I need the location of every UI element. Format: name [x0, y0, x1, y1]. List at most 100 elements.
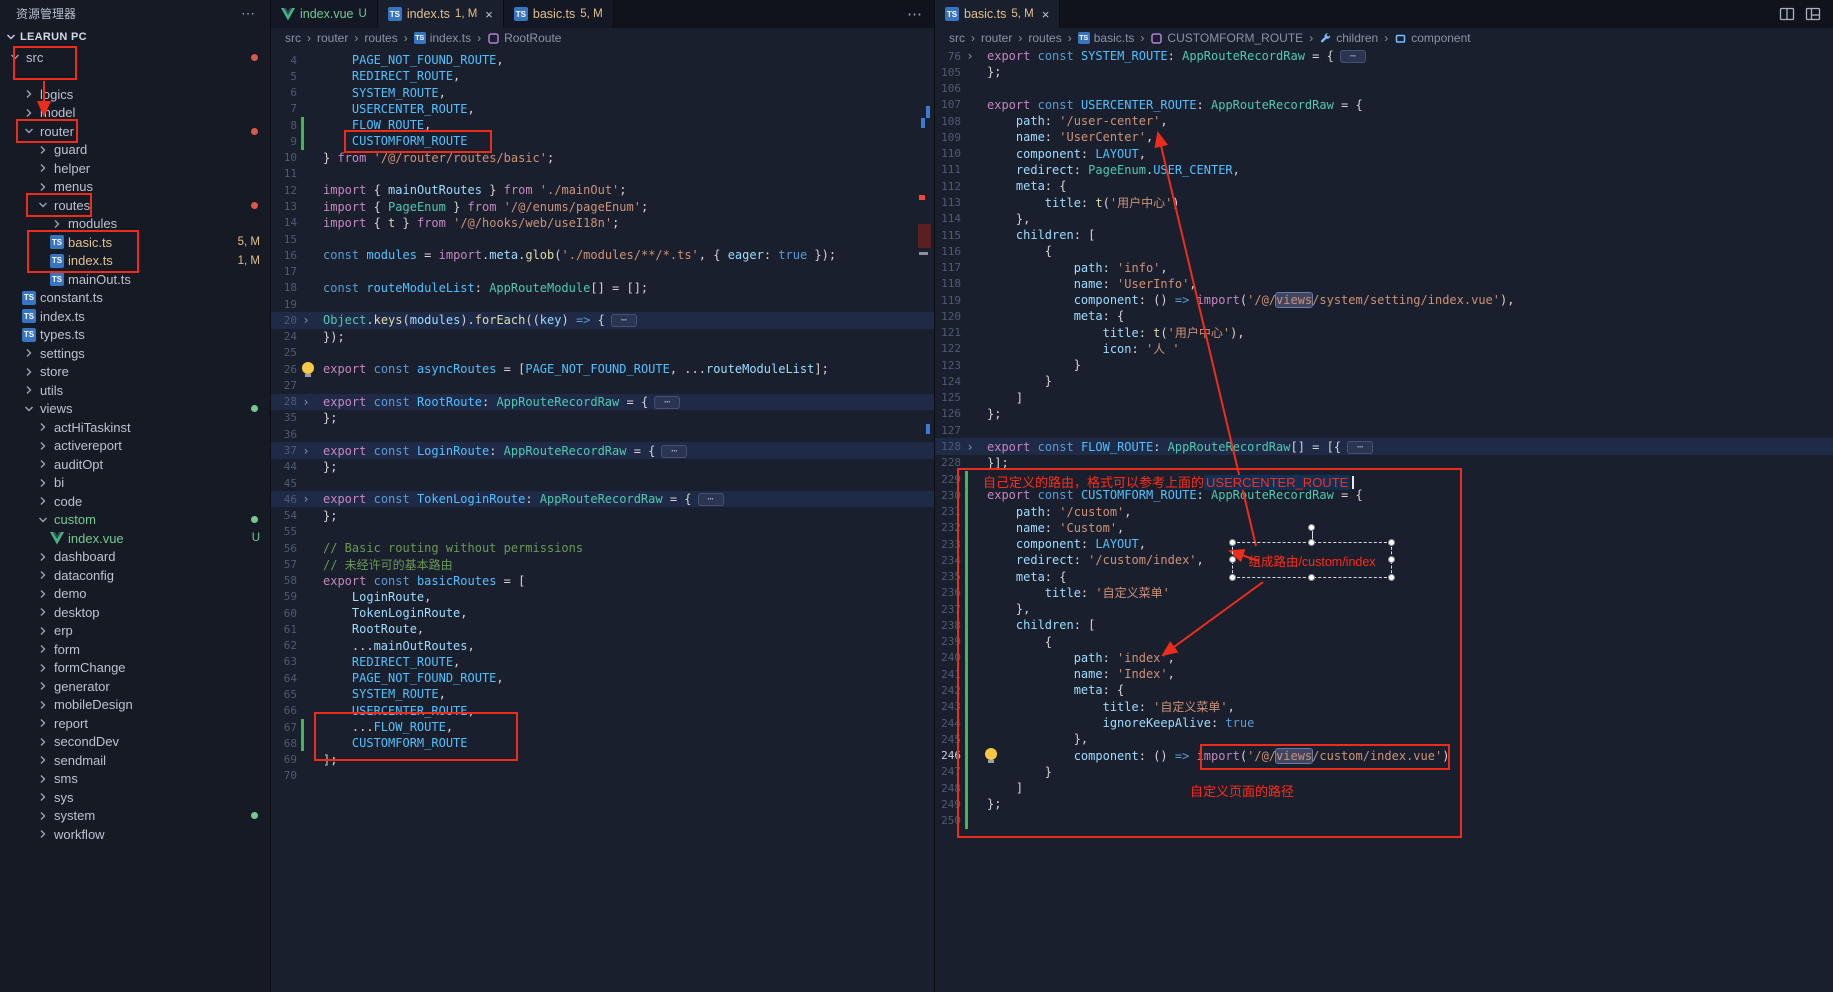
tree-item-index.vue[interactable]: index.vueU — [0, 529, 270, 548]
code-line-mid-63[interactable]: 63 REDIRECT_ROUTE, — [271, 654, 934, 670]
tree-item-formChange[interactable]: formChange — [0, 659, 270, 678]
tree-item-sys[interactable]: sys — [0, 788, 270, 807]
tree-item-desktop[interactable]: desktop — [0, 603, 270, 622]
breadcrumb-item-basic.ts[interactable]: TSbasic.ts — [1078, 31, 1135, 45]
code-line-right-105[interactable]: 105}; — [935, 64, 1833, 80]
code-line-mid-19[interactable]: 19 — [271, 296, 934, 312]
tree-item-auditOpt[interactable]: auditOpt — [0, 455, 270, 474]
tree-item-settings[interactable]: settings — [0, 344, 270, 363]
code-line-mid-17[interactable]: 17 — [271, 263, 934, 279]
code-line-right-107[interactable]: 107export const USERCENTER_ROUTE: AppRou… — [935, 97, 1833, 113]
code-line-mid-15[interactable]: 15 — [271, 231, 934, 247]
code-line-right-113[interactable]: 113 title: t('用户中心') — [935, 194, 1833, 210]
code-line-right-240[interactable]: 240 path: 'index', — [935, 650, 1833, 666]
code-line-mid-9[interactable]: 9 CUSTOMFORM_ROUTE — [271, 133, 934, 149]
code-line-right-230[interactable]: 230export const CUSTOMFORM_ROUTE: AppRou… — [935, 487, 1833, 503]
code-line-right-112[interactable]: 112 meta: { — [935, 178, 1833, 194]
code-line-right-232[interactable]: 232 name: 'Custom', — [935, 520, 1833, 536]
code-line-right-243[interactable]: 243 title: '自定义菜单', — [935, 699, 1833, 715]
tree-item-types.ts[interactable]: TStypes.ts — [0, 326, 270, 345]
code-line-mid-12[interactable]: 12import { mainOutRoutes } from './mainO… — [271, 182, 934, 198]
breadcrumb-item-index.ts[interactable]: TSindex.ts — [414, 31, 471, 45]
code-line-mid-10[interactable]: 10} from '/@/router/routes/basic'; — [271, 150, 934, 166]
tree-item-views[interactable]: views — [0, 400, 270, 419]
code-line-mid-16[interactable]: 16const modules = import.meta.glob('./mo… — [271, 247, 934, 263]
code-line-mid-37[interactable]: 37›export const LoginRoute: AppRouteReco… — [271, 442, 934, 458]
code-line-mid-7[interactable]: 7 USERCENTER_ROUTE, — [271, 101, 934, 117]
code-line-right-241[interactable]: 241 name: 'Index', — [935, 666, 1833, 682]
explorer-section-header[interactable]: LEARUN PC — [0, 26, 270, 48]
code-line-right-238[interactable]: 238 children: [ — [935, 617, 1833, 633]
fold-chevron-icon[interactable]: › — [297, 395, 315, 409]
code-line-mid-46[interactable]: 46›export const TokenLoginRoute: AppRout… — [271, 491, 934, 507]
tree-item-constant.ts[interactable]: TSconstant.ts — [0, 289, 270, 308]
code-line-right-121[interactable]: 121 title: t('用户中心'), — [935, 325, 1833, 341]
code-editor-index-ts[interactable]: 4 PAGE_NOT_FOUND_ROUTE,5 REDIRECT_ROUTE,… — [271, 48, 934, 992]
code-line-mid-61[interactable]: 61 RootRoute, — [271, 621, 934, 637]
breadcrumb-item-CUSTOMFORM_ROUTE[interactable]: CUSTOMFORM_ROUTE — [1150, 31, 1303, 45]
breadcrumb-item-routes[interactable]: routes — [364, 31, 397, 45]
breadcrumb-item-children[interactable]: children — [1319, 31, 1378, 45]
code-line-mid-13[interactable]: 13import { PageEnum } from '/@/enums/pag… — [271, 198, 934, 214]
code-line-right-246[interactable]: 246 component: () => import('/@/views/cu… — [935, 747, 1833, 763]
code-line-mid-57[interactable]: 57// 未经许可的基本路由 — [271, 556, 934, 572]
code-line-mid-69[interactable]: 69]; — [271, 751, 934, 767]
code-line-mid-28[interactable]: 28›export const RootRoute: AppRouteRecor… — [271, 394, 934, 410]
code-line-right-237[interactable]: 237 }, — [935, 601, 1833, 617]
code-line-mid-66[interactable]: 66 USERCENTER_ROUTE, — [271, 703, 934, 719]
tree-item-guard[interactable]: guard — [0, 141, 270, 160]
code-line-right-247[interactable]: 247 } — [935, 764, 1833, 780]
code-line-right-245[interactable]: 245 }, — [935, 731, 1833, 747]
code-line-right-239[interactable]: 239 { — [935, 634, 1833, 650]
code-line-right-119[interactable]: 119 component: () => import('/@/views/sy… — [935, 292, 1833, 308]
code-line-mid-14[interactable]: 14import { t } from '/@/hooks/web/useI18… — [271, 215, 934, 231]
breadcrumb-item-component[interactable]: component — [1394, 31, 1470, 45]
tree-item-routes[interactable]: routes — [0, 196, 270, 215]
code-line-right-242[interactable]: 242 meta: { — [935, 682, 1833, 698]
code-line-right-234[interactable]: 234 redirect: '/custom/index', — [935, 552, 1833, 568]
breadcrumb-item-router[interactable]: router — [981, 31, 1012, 45]
tree-item-sms[interactable]: sms — [0, 770, 270, 789]
code-line-right-244[interactable]: 244 ignoreKeepAlive: true — [935, 715, 1833, 731]
code-line-mid-44[interactable]: 44}; — [271, 459, 934, 475]
code-editor-basic-ts[interactable]: 76›export const SYSTEM_ROUTE: AppRouteRe… — [935, 48, 1833, 992]
tree-item-mainOut.ts[interactable]: TSmainOut.ts — [0, 270, 270, 289]
code-line-mid-54[interactable]: 54}; — [271, 507, 934, 523]
tree-item-dashboard[interactable]: dashboard — [0, 548, 270, 567]
code-line-mid-62[interactable]: 62 ...mainOutRoutes, — [271, 638, 934, 654]
code-line-mid-56[interactable]: 56// Basic routing without permissions — [271, 540, 934, 556]
code-line-right-233[interactable]: 233 component: LAYOUT, — [935, 536, 1833, 552]
code-line-mid-36[interactable]: 36 — [271, 426, 934, 442]
tree-item-modules[interactable]: modules — [0, 215, 270, 234]
fold-chevron-icon[interactable]: › — [961, 49, 979, 63]
code-line-right-123[interactable]: 123 } — [935, 357, 1833, 373]
breadcrumb-item-src[interactable]: src — [285, 31, 301, 45]
tree-item-dataconfig[interactable]: dataconfig — [0, 566, 270, 585]
code-line-right-76[interactable]: 76›export const SYSTEM_ROUTE: AppRouteRe… — [935, 48, 1833, 64]
breadcrumb-item-src[interactable]: src — [949, 31, 965, 45]
tree-item-src[interactable]: src — [0, 48, 270, 67]
code-line-right-231[interactable]: 231 path: '/custom', — [935, 503, 1833, 519]
tree-item-store[interactable]: store — [0, 363, 270, 382]
tree-item-demo[interactable]: demo — [0, 585, 270, 604]
tree-item-secondDev[interactable]: secondDev — [0, 733, 270, 752]
code-line-right-248[interactable]: 248 ] — [935, 780, 1833, 796]
code-line-mid-68[interactable]: 68 CUSTOMFORM_ROUTE — [271, 735, 934, 751]
code-line-right-236[interactable]: 236 title: '自定义菜单' — [935, 585, 1833, 601]
tree-item-actHiTaskinst[interactable]: actHiTaskinst — [0, 418, 270, 437]
code-line-mid-25[interactable]: 25 — [271, 345, 934, 361]
fold-chevron-icon[interactable]: › — [297, 492, 315, 506]
tree-item-code[interactable]: code — [0, 492, 270, 511]
code-line-right-250[interactable]: 250 — [935, 812, 1833, 828]
code-line-right-116[interactable]: 116 { — [935, 243, 1833, 259]
tree-item-index.ts[interactable]: TSindex.ts1, M — [0, 252, 270, 271]
close-icon[interactable]: × — [485, 7, 493, 22]
code-line-right-228[interactable]: 228}]; — [935, 455, 1833, 471]
code-line-right-110[interactable]: 110 component: LAYOUT, — [935, 146, 1833, 162]
code-line-right-109[interactable]: 109 name: 'UserCenter', — [935, 129, 1833, 145]
code-line-mid-35[interactable]: 35}; — [271, 410, 934, 426]
code-line-right-235[interactable]: 235 meta: { — [935, 569, 1833, 585]
tree-item-report[interactable]: report — [0, 714, 270, 733]
code-line-mid-58[interactable]: 58export const basicRoutes = [ — [271, 573, 934, 589]
tree-item-custom[interactable]: custom — [0, 511, 270, 530]
